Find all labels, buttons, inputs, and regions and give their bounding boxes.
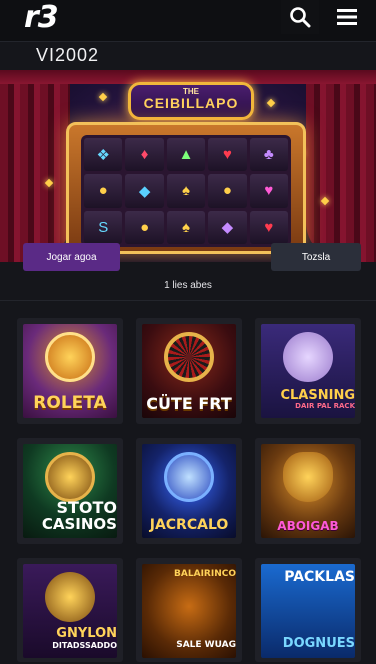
game-title: ABOIGAB — [277, 519, 339, 533]
game-thumbnail: JACRCALO — [142, 444, 236, 538]
reel-symbol: ♠ — [166, 174, 206, 208]
reel-symbol: ♠ — [166, 210, 206, 244]
slot-machine-illustration: ❖ ♦ ▲ ♥ ♣ ● ◆ ♠ ● ♥ S ● ♠ ◆ ♥ — [66, 122, 306, 254]
game-thumbnail: GNYLON DITADSSADDO — [23, 564, 117, 658]
curtain-right — [306, 70, 376, 262]
menu-icon — [337, 9, 357, 25]
secondary-banner-button[interactable]: Tozsla — [271, 243, 361, 271]
reel-symbol: S — [84, 210, 123, 244]
game-tile-packlas[interactable]: PACKLAS DOGNUES — [255, 558, 361, 662]
search-button[interactable] — [281, 0, 319, 34]
game-thumbnail: ABOIGAB — [261, 444, 355, 538]
sign-title: CEIBILLAPO — [143, 95, 239, 111]
banner-sign: THE CEIBILLAPO — [128, 82, 254, 120]
game-tile-roleta[interactable]: ROLETA — [17, 318, 123, 424]
promo-banner[interactable]: THE CEIBILLAPO ❖ ♦ ▲ ♥ ♣ ● ◆ ♠ ● ♥ S ● ♠… — [0, 70, 376, 262]
character-icon — [283, 332, 333, 382]
game-title: STOTO — [56, 498, 117, 517]
mask-icon — [283, 452, 333, 502]
play-now-button[interactable]: Jogar agoa — [23, 243, 120, 271]
game-title: CLASNING — [280, 388, 355, 403]
emblem-icon — [45, 332, 95, 382]
game-tile-aboigab[interactable]: ABOIGAB — [255, 438, 361, 544]
top-bar: r3 — [0, 0, 376, 42]
game-title: GNYLON — [56, 626, 117, 641]
search-icon — [290, 7, 311, 28]
reel-symbol: ♥ — [249, 210, 288, 244]
game-title: JACRCALO — [149, 517, 229, 533]
reel-symbol: ● — [208, 174, 247, 208]
game-title: BALAIRINCO — [174, 569, 236, 579]
game-tile-gnylon[interactable]: GNYLON DITADSSADDO — [17, 558, 123, 662]
game-tile-stoto-casinos[interactable]: STOTO CASINOS — [17, 438, 123, 544]
reel-symbol: ▲ — [166, 138, 206, 172]
reel-symbol: ● — [84, 174, 123, 208]
game-subtitle: SALE WUAG — [176, 640, 236, 650]
reel-symbol: ♥ — [208, 138, 247, 172]
reel-symbol: ❖ — [84, 138, 123, 172]
reel-symbol: ◆ — [208, 210, 247, 244]
game-thumbnail: CÜTE FRT — [142, 324, 236, 418]
game-title: ROLETA — [33, 393, 107, 413]
emblem-icon — [164, 452, 214, 502]
section-label: 1 lies abes — [164, 280, 212, 291]
brand-logo[interactable]: r3 — [24, 0, 59, 35]
reel-symbol: ♦ — [125, 138, 164, 172]
menu-button[interactable] — [328, 0, 366, 34]
game-tile-clasning[interactable]: CLASNING DAIR PAL RACK — [255, 318, 361, 424]
game-tile-jacrcalo[interactable]: JACRCALO — [136, 438, 242, 544]
game-thumbnail: ROLETA — [23, 324, 117, 418]
game-thumbnail: BALAIRINCO SALE WUAG — [142, 564, 236, 658]
game-tile-balairinco[interactable]: BALAIRINCO SALE WUAG — [136, 558, 242, 662]
roulette-wheel-icon — [164, 332, 214, 382]
username-label: VI2002 — [36, 45, 100, 65]
emblem-icon — [45, 452, 95, 502]
reel-symbol: ♥ — [249, 174, 288, 208]
emblem-icon — [45, 572, 95, 622]
slot-reels: ❖ ♦ ▲ ♥ ♣ ● ◆ ♠ ● ♥ S ● ♠ ◆ ♥ — [81, 135, 291, 247]
game-title: CÜTE FRT — [146, 394, 232, 413]
game-subtitle: DAIR PAL RACK — [295, 402, 355, 410]
game-thumbnail: STOTO CASINOS — [23, 444, 117, 538]
reel-symbol: ◆ — [125, 174, 164, 208]
game-subtitle: DOGNUES — [282, 636, 355, 651]
game-thumbnail: PACKLAS DOGNUES — [261, 564, 355, 658]
reel-symbol: ● — [125, 210, 164, 244]
reel-symbol: ♣ — [249, 138, 288, 172]
game-thumbnail: CLASNING DAIR PAL RACK — [261, 324, 355, 418]
divider — [0, 300, 376, 301]
game-tile-cute-frt[interactable]: CÜTE FRT — [136, 318, 242, 424]
game-subtitle: CASINOS — [41, 515, 117, 533]
game-title: PACKLAS — [284, 569, 355, 585]
game-subtitle: DITADSSADDO — [52, 641, 117, 650]
